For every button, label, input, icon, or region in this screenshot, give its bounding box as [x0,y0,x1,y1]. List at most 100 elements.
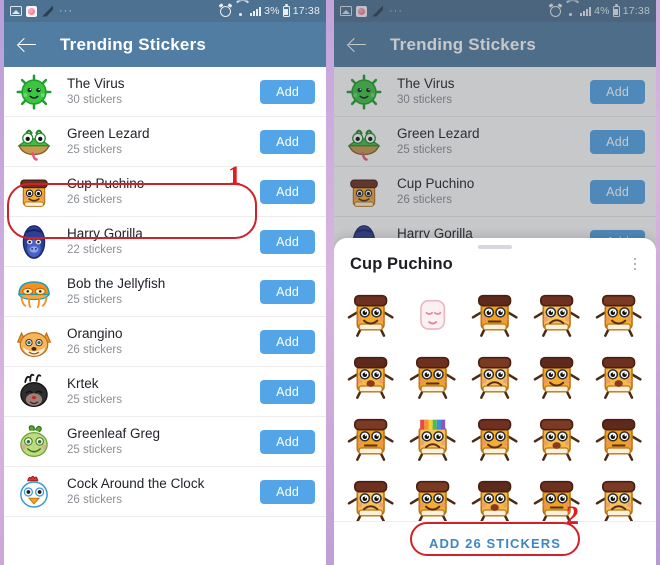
pink-app-icon [26,5,37,17]
pack-meta: Cup Puchino 26 stickers [54,176,260,208]
pack-title: Bob the Jellyfish [67,275,166,291]
pack-title: Green Lezard [67,125,150,141]
pack-title: Orangino [67,325,123,341]
pack-sticker-count: 26 stickers [67,193,122,206]
pack-title: Krtek [67,375,99,391]
pack-sticker-count: 26 stickers [67,493,122,506]
pack-sticker-count: 30 stickers [397,93,452,106]
sticker-preview-item[interactable] [588,404,650,466]
add-26-stickers-button[interactable]: ADD 26 STICKERS [429,536,561,551]
pack-title: The Virus [67,75,125,91]
add-pack-button[interactable]: Add [260,229,315,254]
wifi-icon [564,6,577,16]
add-pack-button[interactable]: Add [260,329,315,354]
sticker-preview-item[interactable] [588,466,650,521]
app-bar-right: Trending Stickers [334,22,656,67]
cup-thumb [14,172,54,212]
pack-meta: The Virus 30 stickers [384,76,590,108]
pack-row[interactable]: Bob the Jellyfish 25 stickers Add [4,267,326,317]
status-bar-right-status-icons: 4% 17:38 [550,3,650,17]
sheet-title: Cup Puchino [350,254,453,273]
rooster-thumb [14,472,54,512]
sticker-preview-item[interactable] [464,404,526,466]
pack-row[interactable]: Green Lezard 25 stickers Add [4,117,326,167]
pack-sticker-count: 25 stickers [67,393,122,406]
add-pack-button[interactable]: Add [590,129,645,154]
pack-title: Green Lezard [397,125,480,141]
pack-sticker-count: 25 stickers [67,143,122,156]
status-bar-right: ··· 4% 17:38 [334,0,656,22]
sticker-pack-list[interactable]: The Virus 30 stickers Add Green Lezard 25 st… [4,67,326,565]
status-bar-right-icons: 3% 17:38 [220,3,320,17]
pack-meta: Cup Puchino 26 stickers [384,176,590,208]
sticker-preview-item[interactable] [464,466,526,521]
pack-sticker-count: 25 stickers [67,443,122,456]
pack-title: Cup Puchino [397,175,475,191]
phone-screen-right: ··· 4% 17:38 Trending Stickers The Virus… [334,0,656,565]
sticker-preview-item[interactable] [588,280,650,342]
add-pack-button[interactable]: Add [260,279,315,304]
pack-row[interactable]: Harry Gorilla 22 stickers Add [4,217,326,267]
sticker-preview-item[interactable] [340,404,402,466]
sticker-preview-item[interactable] [526,342,588,404]
add-pack-button[interactable]: Add [260,79,315,104]
sticker-preview-item[interactable] [402,280,464,342]
pack-row[interactable]: Orangino 26 stickers Add [4,317,326,367]
sticker-preview-item[interactable] [588,342,650,404]
sticker-preview-item[interactable] [464,342,526,404]
swoosh-icon [41,6,53,17]
sticker-preview-item[interactable] [340,466,402,521]
back-arrow-icon[interactable] [348,35,368,55]
pack-row[interactable]: Green Lezard 25 stickers Add [334,117,656,167]
back-arrow-icon[interactable] [18,35,38,55]
add-pack-button[interactable]: Add [260,429,315,454]
pack-row[interactable]: Cock Around the Clock 26 stickers Add [4,467,326,517]
gorilla-thumb [14,222,54,262]
sticker-preview-grid [334,276,656,521]
sticker-preview-item[interactable] [526,466,588,521]
add-pack-button[interactable]: Add [590,179,645,204]
virus-thumb [14,72,54,112]
pack-meta: Harry Gorilla 22 stickers [54,226,260,258]
pack-row[interactable]: The Virus 30 stickers Add [334,67,656,117]
cup-thumb [344,172,384,212]
pack-row[interactable]: Cup Puchino 26 stickers Add [4,167,326,217]
mole-thumb [14,372,54,412]
sticker-preview-item[interactable] [402,466,464,521]
pack-meta: Bob the Jellyfish 25 stickers [54,276,260,308]
signal-icon [250,6,262,16]
pack-title: Cup Puchino [67,175,145,191]
sticker-preview-item[interactable] [402,342,464,404]
sticker-preview-item[interactable] [526,404,588,466]
pack-row[interactable]: The Virus 30 stickers Add [4,67,326,117]
add-pack-button[interactable]: Add [260,379,315,404]
add-pack-button[interactable]: Add [260,129,315,154]
battery-icon [612,3,620,17]
virus-thumb [344,72,384,112]
sticker-preview-item[interactable] [340,342,402,404]
sticker-pack-bottom-sheet: Cup Puchino ADD 26 STICKERS [334,238,656,565]
add-pack-button[interactable]: Add [590,79,645,104]
sticker-preview-item[interactable] [402,404,464,466]
sticker-preview-item[interactable] [526,280,588,342]
pack-sticker-count: 25 stickers [67,293,122,306]
sticker-preview-item[interactable] [340,280,402,342]
pack-sticker-count: 30 stickers [67,93,122,106]
photo-icon [340,6,352,16]
phone-screen-left: ··· 3% 17:38 Trending Stickers The Virus… [4,0,326,565]
add-pack-button[interactable]: Add [260,179,315,204]
pack-sticker-count: 26 stickers [67,343,122,356]
clock-label: 17:38 [622,5,650,17]
battery-icon [282,3,290,17]
kebab-menu-icon[interactable] [626,254,644,274]
pack-row[interactable]: Greenleaf Greg 25 stickers Add [4,417,326,467]
pack-meta: Krtek 25 stickers [54,376,260,408]
sticker-preview-item[interactable] [464,280,526,342]
lizard-thumb [14,122,54,162]
swoosh-icon [371,6,383,17]
battery-percent-label: 3% [264,5,280,17]
pack-row[interactable]: Cup Puchino 26 stickers Add [334,167,656,217]
pack-row[interactable]: Krtek 25 stickers Add [4,367,326,417]
jellyfish-thumb [14,272,54,312]
add-pack-button[interactable]: Add [260,479,315,504]
